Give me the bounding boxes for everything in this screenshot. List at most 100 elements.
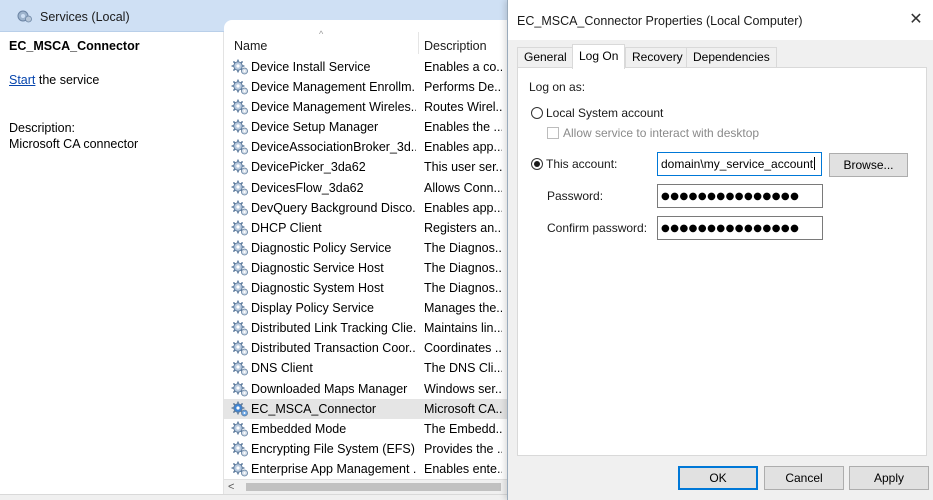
service-description: Enables the ...: [424, 120, 502, 135]
column-divider[interactable]: [418, 32, 419, 54]
service-name: DNS Client: [251, 361, 313, 376]
service-gear-icon: [231, 400, 249, 417]
services-window: Services (Local) EC_MSCA_Connector Start…: [0, 0, 520, 500]
this-account-label[interactable]: This account:: [546, 157, 617, 171]
service-gear-icon: [231, 79, 249, 95]
table-row[interactable]: Encrypting File System (EFS) Provides the…: [224, 439, 508, 459]
apply-button[interactable]: Apply: [849, 466, 929, 490]
table-row[interactable]: DNS Client The DNS Cli...: [224, 358, 508, 378]
table-row[interactable]: DHCP Client Registers an...: [224, 218, 508, 238]
service-name: DHCP Client: [251, 220, 322, 235]
description-value: Microsoft CA connector: [9, 137, 139, 151]
service-gear-icon: [231, 99, 249, 115]
service-name: Embedded Mode: [251, 421, 347, 436]
service-name: DevicesFlow_3da62: [251, 180, 364, 195]
cancel-button[interactable]: Cancel: [764, 466, 844, 490]
table-row[interactable]: Embedded Mode The Embedd...: [224, 419, 508, 439]
service-gear-icon: [231, 280, 249, 296]
service-gear-icon: [231, 461, 249, 477]
service-gear-icon: [231, 260, 249, 276]
table-row[interactable]: Enterprise App Management ... Enables ent…: [224, 459, 508, 479]
this-account-radio[interactable]: [531, 158, 543, 170]
confirm-password-field[interactable]: ●●●●●●●●●●●●●●●: [657, 216, 823, 240]
selected-service-name: EC_MSCA_Connector: [9, 39, 140, 53]
table-row[interactable]: DevicesFlow_3da62 Allows Conn...: [224, 178, 508, 198]
scrollbar-thumb[interactable]: [246, 483, 501, 491]
service-name: DevicePicker_3da62: [251, 160, 366, 175]
services-gear-icon: [16, 9, 32, 26]
service-description: Manages the...: [424, 301, 502, 316]
tab-log-on[interactable]: Log On: [572, 44, 626, 69]
tab-recovery[interactable]: Recovery: [625, 47, 690, 68]
service-name: Downloaded Maps Manager: [251, 381, 408, 396]
tab-dependencies[interactable]: Dependencies: [686, 47, 777, 68]
horizontal-scrollbar[interactable]: <: [224, 479, 508, 494]
browse-button[interactable]: Browse...: [829, 153, 908, 177]
close-icon[interactable]: ✕: [904, 9, 928, 31]
service-gear-icon: [231, 380, 249, 397]
table-row[interactable]: Diagnostic Policy Service The Diagnos...: [224, 238, 508, 258]
table-row[interactable]: DeviceAssociationBroker_3d... Enables app…: [224, 137, 508, 157]
password-field[interactable]: ●●●●●●●●●●●●●●●: [657, 184, 823, 208]
service-description: Routes Wirel...: [424, 100, 502, 115]
service-name: Distributed Link Tracking Clie...: [251, 321, 416, 336]
interact-desktop-label[interactable]: Allow service to interact with desktop: [563, 126, 759, 140]
service-name: Display Policy Service: [251, 301, 374, 316]
service-name: Encrypting File System (EFS): [251, 441, 415, 456]
table-row[interactable]: DevQuery Background Disco... Enables app.…: [224, 198, 508, 218]
description-label: Description:: [9, 121, 75, 135]
password-label: Password:: [547, 189, 604, 203]
service-gear-icon: [231, 441, 249, 457]
service-name: Distributed Transaction Coor...: [251, 341, 416, 356]
table-row[interactable]: Diagnostic System Host The Diagnos...: [224, 278, 508, 298]
service-gear-icon: [231, 300, 249, 316]
service-gear-icon: [231, 59, 249, 75]
service-description: This user ser...: [424, 160, 502, 175]
service-name: EC_MSCA_Connector: [251, 401, 377, 416]
service-gear-icon: [231, 159, 249, 175]
service-gear-icon: [231, 421, 249, 437]
dialog-title: EC_MSCA_Connector Properties (Local Comp…: [517, 14, 803, 28]
service-description: Maintains lin...: [424, 321, 502, 336]
table-row[interactable]: Distributed Transaction Coor... Coordinat…: [224, 338, 508, 358]
service-description: Allows Conn...: [424, 180, 502, 195]
interact-desktop-checkbox[interactable]: [547, 127, 559, 139]
dialog-title-bar[interactable]: EC_MSCA_Connector Properties (Local Comp…: [508, 0, 933, 40]
local-system-radio[interactable]: [531, 107, 543, 119]
table-row[interactable]: Downloaded Maps Manager Windows ser...: [224, 379, 508, 399]
tab-general[interactable]: General: [517, 47, 574, 68]
account-field[interactable]: domain\my_service_account: [657, 152, 822, 176]
service-name: Device Install Service: [251, 60, 371, 74]
table-row[interactable]: Device Setup Manager Enables the ...: [224, 117, 508, 137]
service-gear-icon: [231, 139, 249, 155]
status-strip: [0, 494, 520, 500]
local-system-label[interactable]: Local System account: [546, 106, 663, 120]
table-row-selected[interactable]: EC_MSCA_Connector Microsoft CA...: [224, 398, 508, 419]
table-row[interactable]: Distributed Link Tracking Clie... Maintai…: [224, 318, 508, 338]
table-row[interactable]: Device Management Enrollm... Performs De.…: [224, 77, 508, 97]
service-description: Provides the ...: [424, 441, 502, 456]
service-description: The DNS Cli...: [424, 361, 502, 376]
service-description: Enables app...: [424, 200, 502, 215]
service-description: Enables ente...: [424, 461, 502, 476]
service-name: Device Setup Manager: [251, 120, 379, 135]
log-on-as-heading: Log on as:: [529, 80, 586, 94]
start-service-suffix: the service: [35, 73, 100, 87]
table-row[interactable]: Device Management Wireles... Routes Wirel…: [224, 97, 508, 117]
column-header-name[interactable]: Name: [234, 39, 267, 53]
table-row[interactable]: DevicePicker_3da62 This user ser...: [224, 157, 508, 177]
service-gear-icon: [231, 220, 249, 236]
service-description: Coordinates ...: [424, 341, 502, 356]
service-description: The Diagnos...: [424, 260, 502, 275]
column-header-description[interactable]: Description: [424, 39, 487, 53]
service-gear-icon: [231, 179, 249, 196]
service-description: Registers an...: [424, 220, 502, 235]
service-description: The Embedd...: [424, 421, 502, 436]
table-row[interactable]: Diagnostic Service Host The Diagnos...: [224, 258, 508, 278]
start-service-link[interactable]: Start: [9, 73, 35, 87]
scroll-left-arrow-icon[interactable]: <: [228, 481, 234, 493]
table-row[interactable]: Display Policy Service Manages the...: [224, 298, 508, 318]
table-row[interactable]: Device Install Service Enables a co...: [224, 57, 508, 77]
ok-button[interactable]: OK: [678, 466, 758, 490]
log-on-panel: Log on as: Local System account Allow se…: [517, 67, 927, 456]
